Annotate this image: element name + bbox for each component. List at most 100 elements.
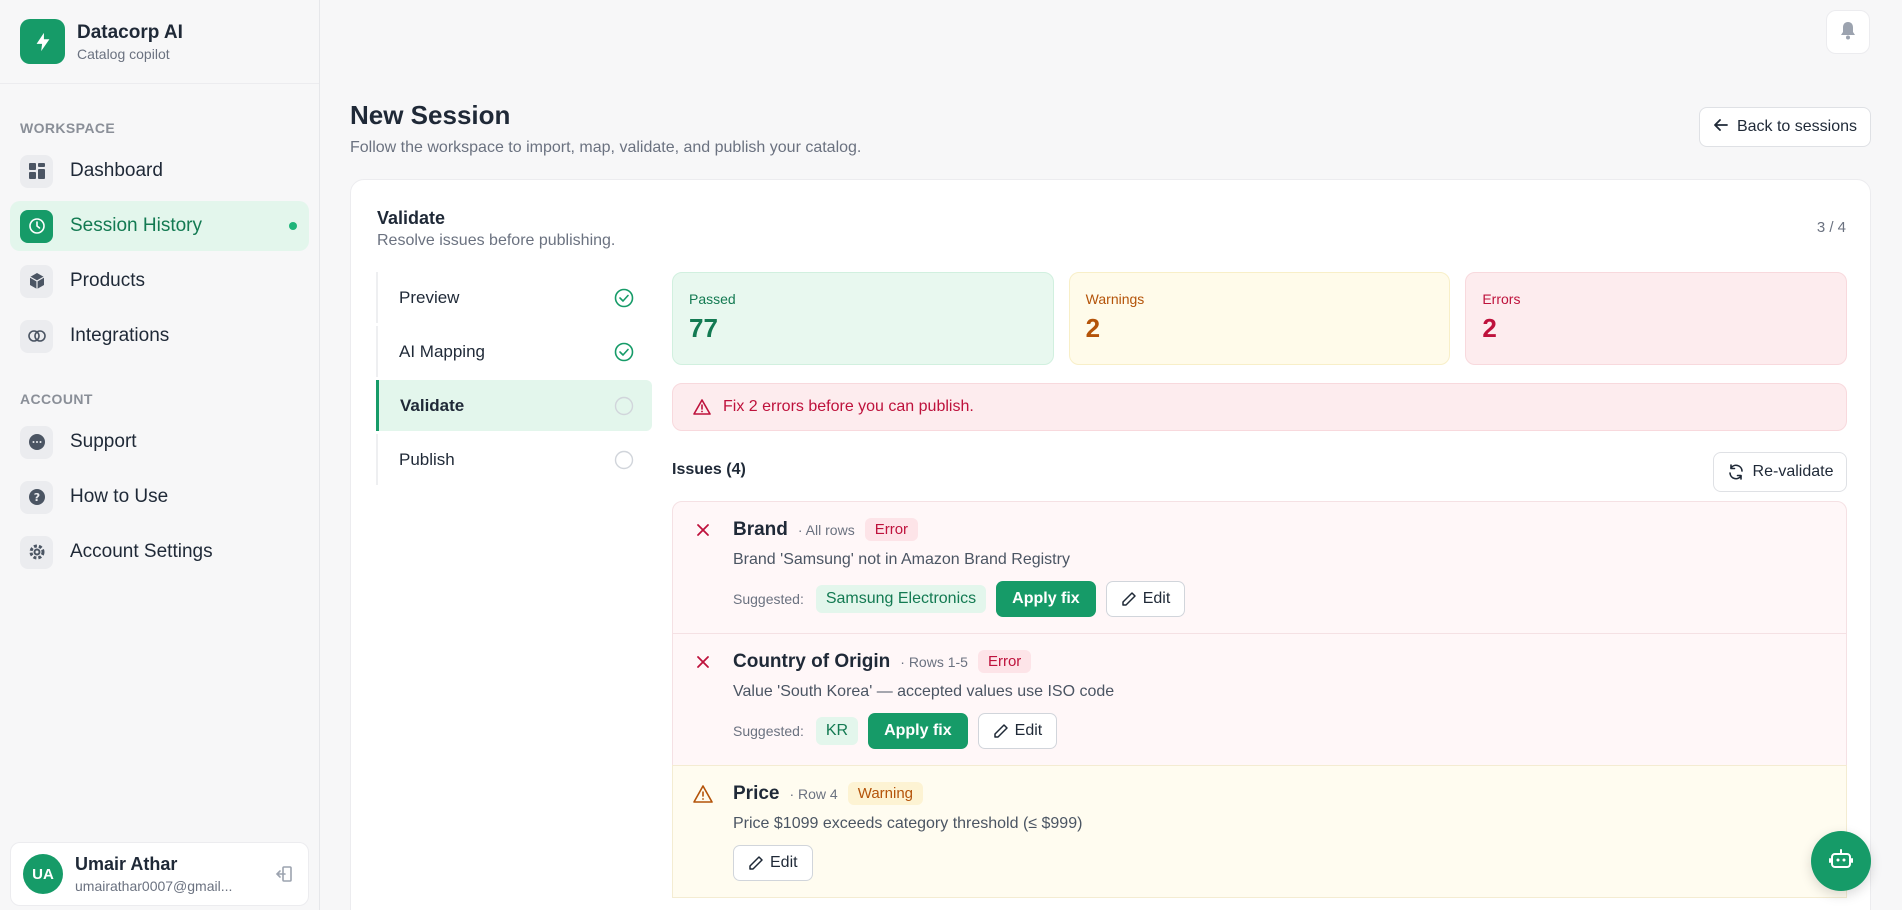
step-label: Validate	[400, 395, 465, 415]
sidebar-item-dashboard[interactable]: Dashboard	[10, 146, 309, 196]
sidebar-item-integrations[interactable]: Integrations	[10, 311, 309, 361]
robot-icon	[1828, 846, 1854, 877]
issue-message: Value 'South Korea' — accepted values us…	[733, 683, 1115, 700]
edit-button[interactable]: Edit	[733, 845, 813, 881]
avatar: UA	[23, 854, 63, 894]
edit-label: Edit	[1014, 722, 1043, 739]
sidebar: Datacorp AI Catalog copilot WORKSPACE Da…	[0, 0, 320, 910]
sidebar-item-label: Products	[70, 270, 145, 291]
step-label: Publish	[399, 449, 455, 469]
step-counter: 3 / 4	[1816, 219, 1846, 236]
stat-label: Passed	[689, 291, 736, 307]
sidebar-item-label: Integrations	[70, 325, 170, 346]
chat-icon	[20, 425, 53, 459]
apply-fix-button[interactable]: Apply fix	[996, 581, 1096, 617]
help-icon: ?	[20, 480, 53, 514]
edit-label: Edit	[1142, 590, 1171, 607]
pencil-icon	[993, 724, 1008, 738]
step-validate[interactable]: Validate	[376, 380, 652, 431]
empty-circle-icon	[614, 450, 634, 469]
stat-warnings: Warnings 2	[1068, 272, 1451, 365]
brand-name: Datacorp AI	[77, 21, 183, 43]
edit-button[interactable]: Edit	[1105, 581, 1186, 617]
issue-list: Brand · All rows Error Brand 'Samsung' n…	[672, 501, 1847, 898]
gear-icon	[20, 535, 53, 569]
account-nav: Support ? How to Use Account Settings	[0, 417, 319, 577]
severity-badge: Error	[864, 518, 919, 541]
sidebar-item-label: Support	[70, 431, 137, 452]
sidebar-item-how-to-use[interactable]: ? How to Use	[10, 472, 309, 522]
severity-badge: Warning	[847, 782, 924, 805]
workspace-nav: Dashboard Session History Products Integ…	[0, 146, 319, 361]
link-icon	[20, 319, 53, 353]
svg-text:?: ?	[33, 491, 39, 504]
issue-rows: · Rows 1-5	[900, 653, 968, 670]
bell-icon	[1837, 19, 1859, 46]
stat-value: 2	[1085, 313, 1101, 343]
lightning-icon	[20, 19, 65, 64]
check-circle-icon	[614, 288, 634, 307]
step-title: Validate	[377, 208, 446, 228]
brand-subtitle: Catalog copilot	[77, 45, 170, 62]
issue-row: Brand · All rows Error Brand 'Samsung' n…	[672, 501, 1847, 634]
ai-assistant-button[interactable]	[1811, 831, 1871, 891]
sidebar-item-label: Dashboard	[70, 160, 163, 181]
sidebar-item-session-history[interactable]: Session History	[10, 201, 309, 251]
user-card[interactable]: UA Umair Athar umairathar0007@gmail...	[10, 842, 309, 906]
step-subtitle: Resolve issues before publishing.	[377, 232, 616, 249]
step-publish[interactable]: Publish	[376, 434, 652, 485]
sidebar-item-label: Account Settings	[70, 541, 213, 562]
issue-field: Price	[733, 782, 780, 804]
clock-icon	[20, 209, 53, 243]
suggested-value: Samsung Electronics	[815, 585, 987, 613]
arrow-left-icon	[1713, 117, 1729, 138]
x-icon	[697, 656, 709, 668]
issue-row: Country of Origin · Rows 1-5 Error Value…	[672, 633, 1847, 766]
step-label: Preview	[399, 287, 460, 307]
revalidate-button[interactable]: Re-validate	[1713, 452, 1847, 492]
workspace-section-label: WORKSPACE	[20, 120, 116, 136]
pencil-icon	[749, 856, 763, 870]
edit-button[interactable]: Edit	[977, 713, 1058, 749]
sidebar-item-label: How to Use	[70, 486, 169, 507]
x-icon	[697, 524, 709, 536]
issues-title: Issues (4)	[672, 461, 746, 478]
issue-field: Brand	[733, 518, 788, 540]
sidebar-item-products[interactable]: Products	[10, 256, 309, 306]
back-to-sessions-button[interactable]: Back to sessions	[1699, 107, 1871, 147]
stat-label: Errors	[1482, 291, 1521, 307]
step-preview[interactable]: Preview	[376, 272, 652, 323]
empty-circle-icon	[614, 396, 634, 415]
severity-badge: Error	[977, 650, 1032, 673]
box-icon	[20, 264, 53, 298]
stat-errors: Errors 2	[1465, 272, 1848, 365]
user-email: umairathar0007@gmail...	[75, 878, 233, 894]
page-title: New Session	[350, 100, 511, 130]
sidebar-item-support[interactable]: Support	[10, 417, 309, 467]
issue-rows: · Row 4	[789, 785, 838, 802]
step-ai-mapping[interactable]: AI Mapping	[376, 326, 652, 377]
alert-text: Fix 2 errors before you can publish.	[723, 398, 974, 415]
suggested-value: KR	[815, 717, 859, 745]
logout-icon[interactable]	[272, 862, 296, 886]
account-section-label: ACCOUNT	[20, 391, 93, 407]
notifications-button[interactable]	[1826, 10, 1870, 54]
step-list: Preview AI Mapping Validate Publish	[376, 272, 652, 488]
page-subtitle: Follow the workspace to import, map, val…	[350, 139, 862, 156]
dashboard-icon	[20, 154, 53, 188]
sidebar-item-account-settings[interactable]: Account Settings	[10, 527, 309, 577]
error-alert: Fix 2 errors before you can publish.	[672, 383, 1847, 431]
step-label: AI Mapping	[399, 341, 485, 361]
warning-triangle-icon	[693, 785, 713, 803]
issue-message: Brand 'Samsung' not in Amazon Brand Regi…	[733, 551, 1070, 568]
validation-stats: Passed 77 Warnings 2 Errors 2	[672, 272, 1848, 365]
pencil-icon	[1121, 592, 1136, 606]
apply-fix-button[interactable]: Apply fix	[868, 713, 968, 749]
back-button-label: Back to sessions	[1736, 118, 1858, 135]
stat-value: 77	[689, 313, 718, 343]
edit-label: Edit	[770, 854, 798, 871]
stat-passed: Passed 77	[672, 272, 1054, 365]
warning-triangle-icon	[693, 399, 711, 415]
check-circle-icon	[614, 342, 634, 361]
brand[interactable]: Datacorp AI Catalog copilot	[0, 0, 319, 84]
